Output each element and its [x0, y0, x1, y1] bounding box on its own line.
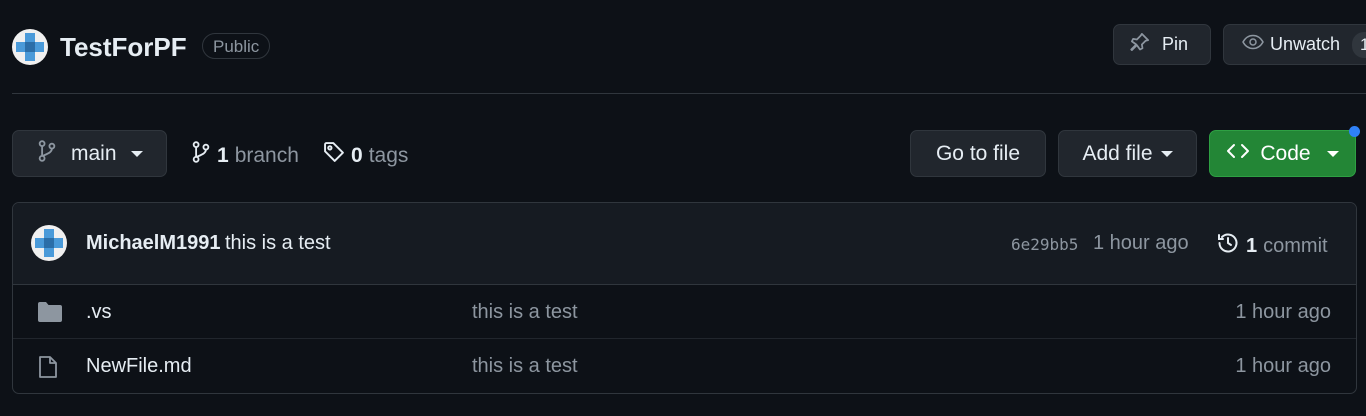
tag-word: tags: [368, 143, 409, 167]
tag-icon: [323, 141, 345, 170]
chevron-down-icon: [1160, 150, 1173, 157]
add-file-button[interactable]: Add file: [1058, 130, 1197, 177]
tags-link[interactable]: 0 tags: [323, 141, 408, 170]
code-icon: [1226, 141, 1250, 167]
pin-icon: [1130, 32, 1150, 57]
commit-time: 1 hour ago: [1093, 232, 1189, 254]
commit-author-link[interactable]: MichaelM1991: [86, 232, 221, 255]
pin-label: Pin: [1162, 34, 1189, 54]
commit-message-link[interactable]: this is a test: [225, 232, 331, 255]
commits-history-link[interactable]: 1 commit: [1216, 231, 1328, 261]
folder-icon: [37, 301, 63, 328]
unwatch-label: Unwatch: [1270, 34, 1341, 54]
chevron-down-icon: [130, 150, 143, 157]
branch-word: branch: [234, 143, 299, 167]
branch-selector-button[interactable]: main: [12, 130, 167, 177]
file-commit-message-link[interactable]: this is a test: [472, 355, 578, 378]
history-icon: [1216, 231, 1240, 261]
repo-name-link[interactable]: TestForPF: [60, 31, 187, 63]
file-name-link[interactable]: .vs: [86, 301, 112, 324]
go-to-file-label: Go to file: [935, 141, 1021, 165]
file-age: 1 hour ago: [1235, 301, 1331, 323]
code-label: Code: [1260, 141, 1311, 165]
branches-link[interactable]: 1 branch: [191, 141, 299, 170]
chevron-down-icon: [1326, 150, 1339, 157]
tag-count: 0: [351, 143, 363, 167]
commit-count: 1: [1246, 234, 1258, 257]
file-browser: MichaelM1991 this is a test 6e29bb5 1 ho…: [12, 202, 1357, 394]
commit-sha-link[interactable]: 6e29bb5: [1011, 235, 1078, 254]
header-divider: [12, 93, 1366, 94]
git-branch-icon: [191, 141, 211, 170]
latest-commit-bar: MichaelM1991 this is a test 6e29bb5 1 ho…: [13, 203, 1356, 285]
visibility-badge: Public: [202, 33, 271, 59]
file-age: 1 hour ago: [1235, 355, 1331, 377]
file-icon: [37, 355, 59, 384]
branch-count: 1: [217, 143, 229, 167]
go-to-file-button[interactable]: Go to file: [910, 130, 1046, 177]
file-name-link[interactable]: NewFile.md: [86, 355, 192, 378]
file-commit-message-link[interactable]: this is a test: [472, 301, 578, 324]
code-button[interactable]: Code: [1209, 130, 1356, 177]
eye-icon: [1242, 32, 1264, 57]
file-row[interactable]: .vs this is a test 1 hour ago: [13, 285, 1356, 339]
pin-button[interactable]: Pin: [1113, 24, 1211, 65]
repo-owner-avatar[interactable]: [12, 29, 48, 65]
notification-dot: [1349, 126, 1360, 137]
unwatch-button[interactable]: Unwatch 1: [1223, 24, 1366, 65]
commit-word: commit: [1263, 234, 1328, 257]
add-file-label: Add file: [1082, 141, 1153, 165]
branch-selector-label: main: [71, 141, 117, 165]
commit-author-avatar[interactable]: [31, 225, 67, 261]
file-row[interactable]: NewFile.md this is a test 1 hour ago: [13, 339, 1356, 393]
watch-count-badge: 1: [1352, 31, 1366, 58]
git-branch-icon: [37, 139, 57, 168]
